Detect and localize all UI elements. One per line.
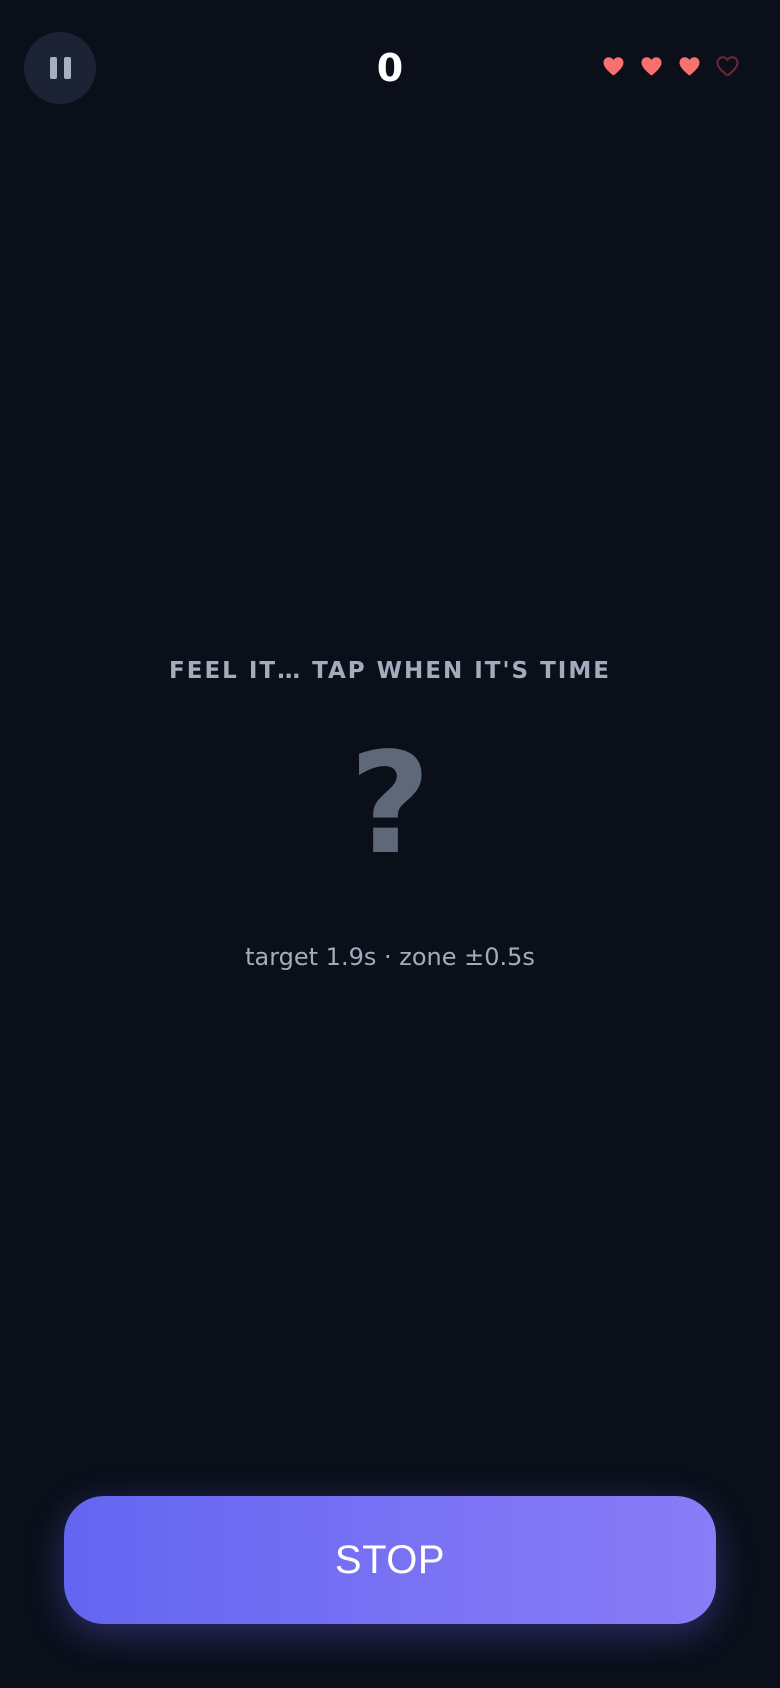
target-info: target 1.9s · zone ±0.5s [245,943,535,971]
game-screen: 0 FEEL IT… TAP WHEN IT'S TIME ? target 1… [0,0,780,1688]
stop-button-label: STOP [334,1537,446,1582]
stop-button[interactable]: STOP [64,1496,716,1624]
heart-empty-icon [716,56,739,77]
heart-full-icon [641,57,662,76]
instruction-text: FEEL IT… TAP WHEN IT'S TIME [169,658,611,684]
hidden-time-display: ? [349,723,431,886]
heart-full-icon [603,57,624,76]
lives-indicator [601,54,740,78]
round-panel: FEEL IT… TAP WHEN IT'S TIME ? target 1.9… [0,650,780,974]
heart-full-icon [679,57,700,76]
